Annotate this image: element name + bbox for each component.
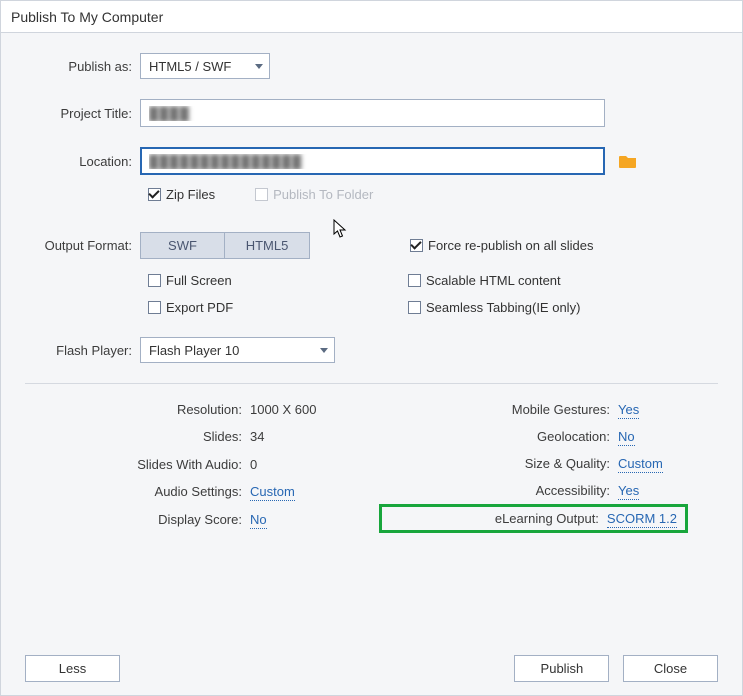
row-location: Location: xyxy=(25,147,718,175)
swf-button[interactable]: SWF xyxy=(140,232,225,259)
full-screen-checkbox[interactable]: Full Screen xyxy=(148,273,368,288)
summary-grid: Resolution: 1000 X 600 Slides: 34 Slides… xyxy=(25,402,718,527)
project-title-input[interactable] xyxy=(140,99,605,127)
publish-dialog: Publish To My Computer Publish as: HTML5… xyxy=(0,0,743,696)
checkbox-icon xyxy=(148,188,161,201)
row-project-title: Project Title: xyxy=(25,99,718,127)
mobile-gestures-label: Mobile Gestures: xyxy=(387,402,611,417)
dialog-footer: Less Publish Close xyxy=(1,641,742,695)
checkbox-icon xyxy=(148,301,161,314)
scalable-html-checkbox[interactable]: Scalable HTML content xyxy=(408,273,678,288)
display-score-link[interactable]: No xyxy=(250,512,267,529)
row-publish-as: Publish as: HTML5 / SWF xyxy=(25,53,718,79)
size-quality-label: Size & Quality: xyxy=(387,456,611,471)
resolution-value: 1000 X 600 xyxy=(250,402,317,417)
slides-value: 34 xyxy=(250,429,317,444)
publish-as-dropdown[interactable]: HTML5 / SWF xyxy=(140,53,270,79)
summary-left: Resolution: 1000 X 600 Slides: 34 Slides… xyxy=(25,402,357,527)
slides-audio-label: Slides With Audio: xyxy=(65,457,242,472)
location-input[interactable] xyxy=(140,147,605,175)
row-zip-options: Zip Files Publish To Folder xyxy=(148,187,718,202)
label-output-format: Output Format: xyxy=(25,238,140,253)
checkbox-icon xyxy=(255,188,268,201)
chevron-down-icon xyxy=(255,64,263,69)
output-format-toggle: SWF HTML5 xyxy=(140,232,310,259)
close-button[interactable]: Close xyxy=(623,655,718,682)
less-button[interactable]: Less xyxy=(25,655,120,682)
flash-player-value: Flash Player 10 xyxy=(149,343,239,358)
dialog-content: Publish as: HTML5 / SWF Project Title: L… xyxy=(1,33,742,537)
summary-right: Mobile Gestures: Yes Geolocation: No Siz… xyxy=(387,402,719,527)
seamless-tabbing-checkbox[interactable]: Seamless Tabbing(IE only) xyxy=(408,300,678,315)
browse-folder-button[interactable] xyxy=(619,154,637,168)
geolocation-link[interactable]: No xyxy=(618,429,635,446)
publish-to-folder-checkbox: Publish To Folder xyxy=(255,187,373,202)
accessibility-link[interactable]: Yes xyxy=(618,483,639,500)
checkbox-icon xyxy=(408,301,421,314)
checkbox-icon xyxy=(148,274,161,287)
folder-icon xyxy=(619,154,637,168)
label-publish-as: Publish as: xyxy=(25,59,140,74)
checkbox-icon xyxy=(408,274,421,287)
elearning-output-label: eLearning Output: xyxy=(388,511,607,526)
mobile-gestures-link[interactable]: Yes xyxy=(618,402,639,419)
slides-audio-value: 0 xyxy=(250,457,317,472)
flash-player-dropdown[interactable]: Flash Player 10 xyxy=(140,337,335,363)
row-output-format: Output Format: SWF HTML5 Force re-publis… xyxy=(25,232,718,259)
elearning-output-highlight: eLearning Output: SCORM 1.2 xyxy=(379,504,689,533)
display-score-label: Display Score: xyxy=(65,512,242,527)
divider xyxy=(25,383,718,384)
publish-button[interactable]: Publish xyxy=(514,655,609,682)
geolocation-label: Geolocation: xyxy=(387,429,611,444)
label-flash-player: Flash Player: xyxy=(25,343,140,358)
chevron-down-icon xyxy=(320,348,328,353)
elearning-output-link[interactable]: SCORM 1.2 xyxy=(607,511,677,528)
force-republish-checkbox[interactable]: Force re-publish on all slides xyxy=(410,238,593,253)
accessibility-label: Accessibility: xyxy=(387,483,611,498)
checkbox-icon xyxy=(410,239,423,252)
export-pdf-checkbox[interactable]: Export PDF xyxy=(148,300,368,315)
output-options-grid: Full Screen Scalable HTML content Export… xyxy=(148,273,718,315)
titlebar: Publish To My Computer xyxy=(1,1,742,33)
window-title: Publish To My Computer xyxy=(11,9,163,25)
size-quality-link[interactable]: Custom xyxy=(618,456,663,473)
label-project-title: Project Title: xyxy=(25,106,140,121)
label-location: Location: xyxy=(25,154,140,169)
slides-label: Slides: xyxy=(65,429,242,444)
html5-button[interactable]: HTML5 xyxy=(225,232,310,259)
zip-files-checkbox[interactable]: Zip Files xyxy=(148,187,215,202)
audio-settings-label: Audio Settings: xyxy=(65,484,242,499)
audio-settings-link[interactable]: Custom xyxy=(250,484,295,501)
publish-as-value: HTML5 / SWF xyxy=(149,59,231,74)
row-flash-player: Flash Player: Flash Player 10 xyxy=(25,337,718,363)
resolution-label: Resolution: xyxy=(65,402,242,417)
